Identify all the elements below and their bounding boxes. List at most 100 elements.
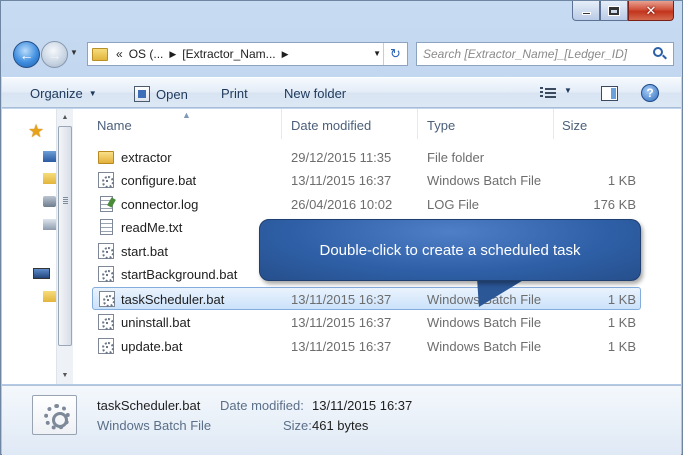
new-folder-button[interactable]: New folder: [284, 86, 346, 101]
refresh-button[interactable]: ↻: [383, 43, 407, 65]
file-size: 1 KB: [607, 173, 636, 188]
breadcrumb-os[interactable]: OS (...: [129, 47, 164, 61]
command-bar: Organize ▼ Open Print New folder ▼ ?: [2, 77, 681, 108]
file-size: 176 KB: [593, 197, 636, 212]
file-type: Windows Batch File: [427, 339, 542, 354]
file-name: start.bat: [121, 244, 168, 259]
log-file-icon: [100, 196, 113, 212]
maximize-icon: [608, 5, 620, 16]
network-icon[interactable]: [43, 196, 56, 207]
column-divider[interactable]: [417, 109, 418, 139]
print-button[interactable]: Print: [221, 86, 248, 101]
batch-file-icon: [98, 338, 114, 354]
details-date-value: 13/11/2015 16:37: [312, 398, 413, 413]
computer-icon[interactable]: [33, 268, 50, 279]
explorer-window: ✕ ← → ▼ « OS (... ▶ [Extractor_Nam... ▶ …: [0, 0, 683, 455]
chevron-right-icon[interactable]: ▶: [282, 49, 289, 60]
column-size[interactable]: Size: [562, 118, 587, 133]
file-row[interactable]: extractor 29/12/2015 11:35 File folder: [92, 146, 641, 169]
view-dropdown-button[interactable]: ▼: [564, 86, 572, 95]
document-icon[interactable]: [43, 219, 56, 230]
close-button[interactable]: ✕: [628, 1, 674, 21]
forward-button[interactable]: →: [41, 41, 68, 68]
details-file-type: Windows Batch File: [97, 418, 212, 433]
column-divider[interactable]: [553, 109, 554, 139]
minimize-icon: [581, 12, 591, 15]
organize-button[interactable]: Organize ▼: [30, 86, 97, 101]
details-size-label: Size:: [283, 418, 312, 433]
sort-ascending-icon: ▲: [182, 110, 191, 120]
details-pane: taskScheduler.bat Windows Batch File Dat…: [2, 385, 681, 455]
navigation-scrollbar[interactable]: ▲ ▼: [56, 109, 73, 384]
maximize-button[interactable]: [600, 1, 628, 21]
file-size: 1 KB: [607, 292, 636, 307]
file-row[interactable]: update.bat 13/11/2015 16:37 Windows Batc…: [92, 335, 641, 358]
minimize-button[interactable]: [572, 1, 600, 21]
batch-file-large-icon: [32, 395, 77, 435]
column-type[interactable]: Type: [427, 118, 455, 133]
folder-icon: [92, 47, 108, 61]
address-bar[interactable]: « OS (... ▶ [Extractor_Nam... ▶ ▼ ↻: [87, 42, 408, 66]
details-date-label: Date modified:: [220, 398, 304, 413]
back-arrow-icon: ←: [19, 46, 34, 63]
file-row[interactable]: uninstall.bat 13/11/2015 16:37 Windows B…: [92, 311, 641, 334]
organize-label: Organize: [30, 86, 83, 101]
file-size: 1 KB: [607, 339, 636, 354]
view-options-icon[interactable]: [540, 86, 556, 100]
file-date: 13/11/2015 16:37: [291, 315, 392, 330]
chevron-down-icon: ▼: [88, 89, 97, 98]
details-size-value: 461 bytes: [312, 418, 369, 433]
close-icon: ✕: [645, 2, 657, 18]
back-button[interactable]: ←: [13, 41, 40, 68]
breadcrumb-extractor[interactable]: [Extractor_Nam...: [182, 47, 275, 61]
batch-file-icon: [98, 243, 114, 259]
search-box[interactable]: [416, 42, 674, 66]
scrollbar-thumb[interactable]: [58, 126, 72, 346]
search-icon[interactable]: [653, 47, 667, 61]
callout-text: Double-click to create a scheduled task: [319, 241, 581, 259]
file-row[interactable]: connector.log 26/04/2016 10:02 LOG File …: [92, 193, 641, 216]
batch-file-icon: [99, 291, 115, 307]
column-name[interactable]: Name: [97, 118, 132, 133]
preview-pane-icon[interactable]: [601, 86, 618, 101]
caption-buttons: ✕: [572, 1, 674, 21]
navigation-pane: ★ ▲ ▼: [2, 109, 76, 384]
text-file-icon: [100, 219, 113, 235]
batch-file-icon: [98, 314, 114, 330]
library-icon[interactable]: [43, 151, 56, 162]
column-header: ▲ Name Date modified Type Size: [76, 109, 681, 139]
favorites-star-icon[interactable]: ★: [28, 121, 44, 142]
open-label: Open: [156, 86, 188, 102]
file-name: taskScheduler.bat: [121, 292, 225, 307]
file-name: uninstall.bat: [121, 315, 191, 330]
file-row-selected[interactable]: taskScheduler.bat 13/11/2015 16:37 Windo…: [92, 287, 641, 310]
batch-file-icon: [98, 266, 114, 282]
forward-arrow-icon: →: [47, 46, 62, 63]
details-file-name: taskScheduler.bat: [97, 398, 201, 413]
column-date-modified[interactable]: Date modified: [291, 118, 371, 133]
file-date: 26/04/2016 10:02: [291, 197, 393, 212]
address-overflow[interactable]: «: [116, 47, 123, 61]
search-input[interactable]: [423, 47, 648, 61]
file-type: Windows Batch File: [427, 315, 542, 330]
instruction-callout: Double-click to create a scheduled task: [259, 219, 641, 281]
file-date: 13/11/2015 16:37: [291, 292, 392, 307]
file-row[interactable]: configure.bat 13/11/2015 16:37 Windows B…: [92, 169, 641, 192]
file-date: 29/12/2015 11:35: [291, 150, 392, 165]
file-date: 13/11/2015 16:37: [291, 339, 392, 354]
open-button[interactable]: Open: [134, 86, 188, 102]
chevron-right-icon[interactable]: ▶: [169, 49, 176, 60]
file-size: 1 KB: [607, 315, 636, 330]
recent-pages-dropdown[interactable]: ▼: [70, 48, 78, 57]
chevron-down-icon[interactable]: ▼: [373, 49, 381, 58]
print-label: Print: [221, 86, 248, 101]
column-divider[interactable]: [281, 109, 282, 139]
folder-icon[interactable]: [43, 291, 56, 302]
help-icon[interactable]: ?: [641, 84, 659, 102]
file-type: File folder: [427, 150, 485, 165]
folder-icon[interactable]: [43, 173, 56, 184]
refresh-icon: ↻: [390, 46, 401, 61]
file-type: LOG File: [427, 197, 480, 212]
scroll-down-icon[interactable]: ▼: [57, 367, 73, 384]
scroll-up-icon[interactable]: ▲: [57, 109, 73, 126]
